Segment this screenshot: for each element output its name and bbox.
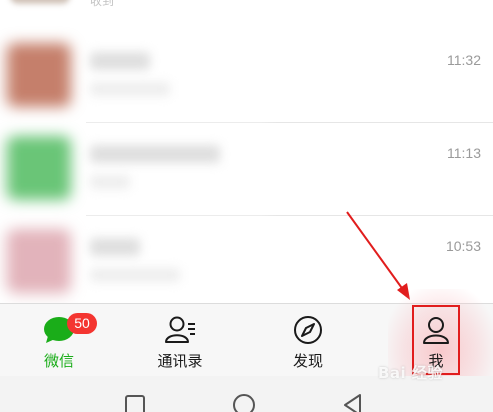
tab-chats[interactable]: 50 微信 (9, 304, 109, 377)
unread-badge: 50 (67, 313, 97, 334)
tab-label: 微信 (43, 352, 74, 370)
contacts-icon (163, 315, 197, 345)
home-icon[interactable] (231, 392, 257, 412)
tab-discover[interactable]: 发现 (258, 304, 358, 377)
recent-apps-icon[interactable] (122, 392, 148, 412)
compass-icon (291, 315, 325, 345)
tab-contacts[interactable]: 通讯录 (130, 304, 230, 377)
tab-label: 通讯录 (157, 352, 203, 370)
watermark: Bai 经验 (378, 364, 443, 382)
tab-label: 发现 (292, 352, 323, 370)
back-icon[interactable] (340, 392, 366, 412)
wechat-screen: 收到 11:32 11:13 10:53 50 微信 通讯录 发现 我 Bai … (0, 0, 493, 412)
